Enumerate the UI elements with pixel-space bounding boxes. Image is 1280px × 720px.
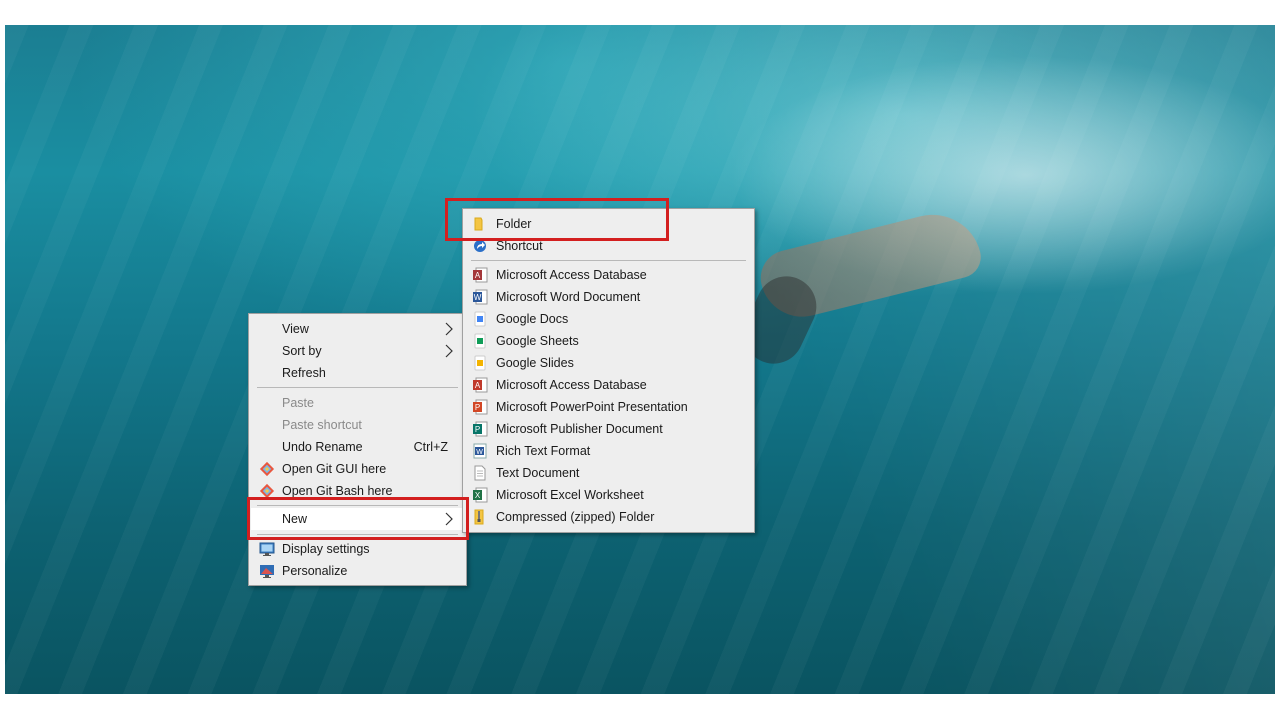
menu-item-display-settings[interactable]: Display settings [251, 538, 464, 560]
svg-text:P: P [475, 403, 480, 412]
svg-text:W: W [474, 293, 482, 302]
submenu-item-google-slides[interactable]: Google Slides [465, 352, 752, 374]
submenu-item-word-document[interactable]: W Microsoft Word Document [465, 286, 752, 308]
submenu-item-access-database[interactable]: A Microsoft Access Database [465, 264, 752, 286]
submenu-item-label: Microsoft Access Database [496, 378, 647, 392]
submenu-item-label: Shortcut [496, 239, 543, 253]
submenu-item-zip-folder[interactable]: Compressed (zipped) Folder [465, 506, 752, 528]
svg-text:A: A [475, 271, 481, 280]
google-slides-icon [472, 355, 488, 371]
menu-item-shortcut: Ctrl+Z [413, 440, 448, 454]
svg-text:A: A [475, 381, 481, 390]
menu-item-label: Personalize [282, 564, 348, 578]
desktop-context-menu: View Sort by Refresh Paste Paste shortcu… [248, 313, 467, 586]
word-icon: W [472, 289, 488, 305]
submenu-item-label: Google Docs [496, 312, 569, 326]
submenu-item-label: Microsoft Excel Worksheet [496, 488, 644, 502]
svg-text:P: P [475, 425, 480, 434]
menu-item-undo-rename[interactable]: Undo Rename Ctrl+Z [251, 436, 464, 458]
excel-icon: X [472, 487, 488, 503]
svg-text:X: X [475, 491, 481, 500]
menu-item-personalize[interactable]: Personalize [251, 560, 464, 582]
submenu-item-text-document[interactable]: Text Document [465, 462, 752, 484]
menu-item-label: View [282, 322, 309, 336]
submenu-item-label: Text Document [496, 466, 580, 480]
submenu-item-label: Rich Text Format [496, 444, 591, 458]
menu-item-open-git-gui[interactable]: Open Git GUI here [251, 458, 464, 480]
chevron-right-icon [442, 322, 456, 336]
menu-item-label: Open Git Bash here [282, 484, 393, 498]
menu-item-label: Paste [282, 396, 314, 410]
publisher-icon: P [472, 421, 488, 437]
menu-item-paste-shortcut[interactable]: Paste shortcut [251, 414, 464, 436]
menu-item-label: Refresh [282, 366, 326, 380]
submenu-item-label: Google Slides [496, 356, 574, 370]
display-settings-icon [259, 541, 275, 557]
menu-item-paste[interactable]: Paste [251, 392, 464, 414]
submenu-item-publisher[interactable]: P Microsoft Publisher Document [465, 418, 752, 440]
submenu-item-access-database-2[interactable]: A Microsoft Access Database [465, 374, 752, 396]
powerpoint-icon: P [472, 399, 488, 415]
text-document-icon [472, 465, 488, 481]
submenu-item-label: Google Sheets [496, 334, 579, 348]
menu-item-label: Undo Rename [282, 440, 363, 454]
zip-folder-icon [472, 509, 488, 525]
menu-item-label: Display settings [282, 542, 370, 556]
access-icon: A [472, 377, 488, 393]
google-docs-icon [472, 311, 488, 327]
submenu-item-powerpoint[interactable]: P Microsoft PowerPoint Presentation [465, 396, 752, 418]
new-submenu: Folder Shortcut A Microsoft Access Datab… [462, 208, 755, 533]
menu-separator [257, 387, 458, 388]
personalize-icon [259, 563, 275, 579]
submenu-item-label: Microsoft Publisher Document [496, 422, 663, 436]
access-icon: A [472, 267, 488, 283]
submenu-item-label: Microsoft Word Document [496, 290, 641, 304]
submenu-item-label: Compressed (zipped) Folder [496, 510, 655, 524]
git-icon [259, 461, 275, 477]
svg-text:W: W [476, 449, 483, 456]
menu-item-view[interactable]: View [251, 318, 464, 340]
menu-item-label: Open Git GUI here [282, 462, 387, 476]
submenu-item-google-docs[interactable]: Google Docs [465, 308, 752, 330]
google-sheets-icon [472, 333, 488, 349]
menu-item-sort-by[interactable]: Sort by [251, 340, 464, 362]
menu-item-label: Paste shortcut [282, 418, 362, 432]
highlight-box-folder [445, 198, 669, 241]
menu-separator [471, 260, 746, 261]
submenu-item-label: Microsoft Access Database [496, 268, 647, 282]
submenu-item-excel[interactable]: X Microsoft Excel Worksheet [465, 484, 752, 506]
submenu-item-google-sheets[interactable]: Google Sheets [465, 330, 752, 352]
chevron-right-icon [442, 344, 456, 358]
highlight-box-new [247, 497, 469, 540]
rtf-icon: W [472, 443, 488, 459]
menu-item-label: Sort by [282, 344, 322, 358]
submenu-item-rich-text[interactable]: W Rich Text Format [465, 440, 752, 462]
submenu-item-label: Microsoft PowerPoint Presentation [496, 400, 688, 414]
menu-item-refresh[interactable]: Refresh [251, 362, 464, 384]
